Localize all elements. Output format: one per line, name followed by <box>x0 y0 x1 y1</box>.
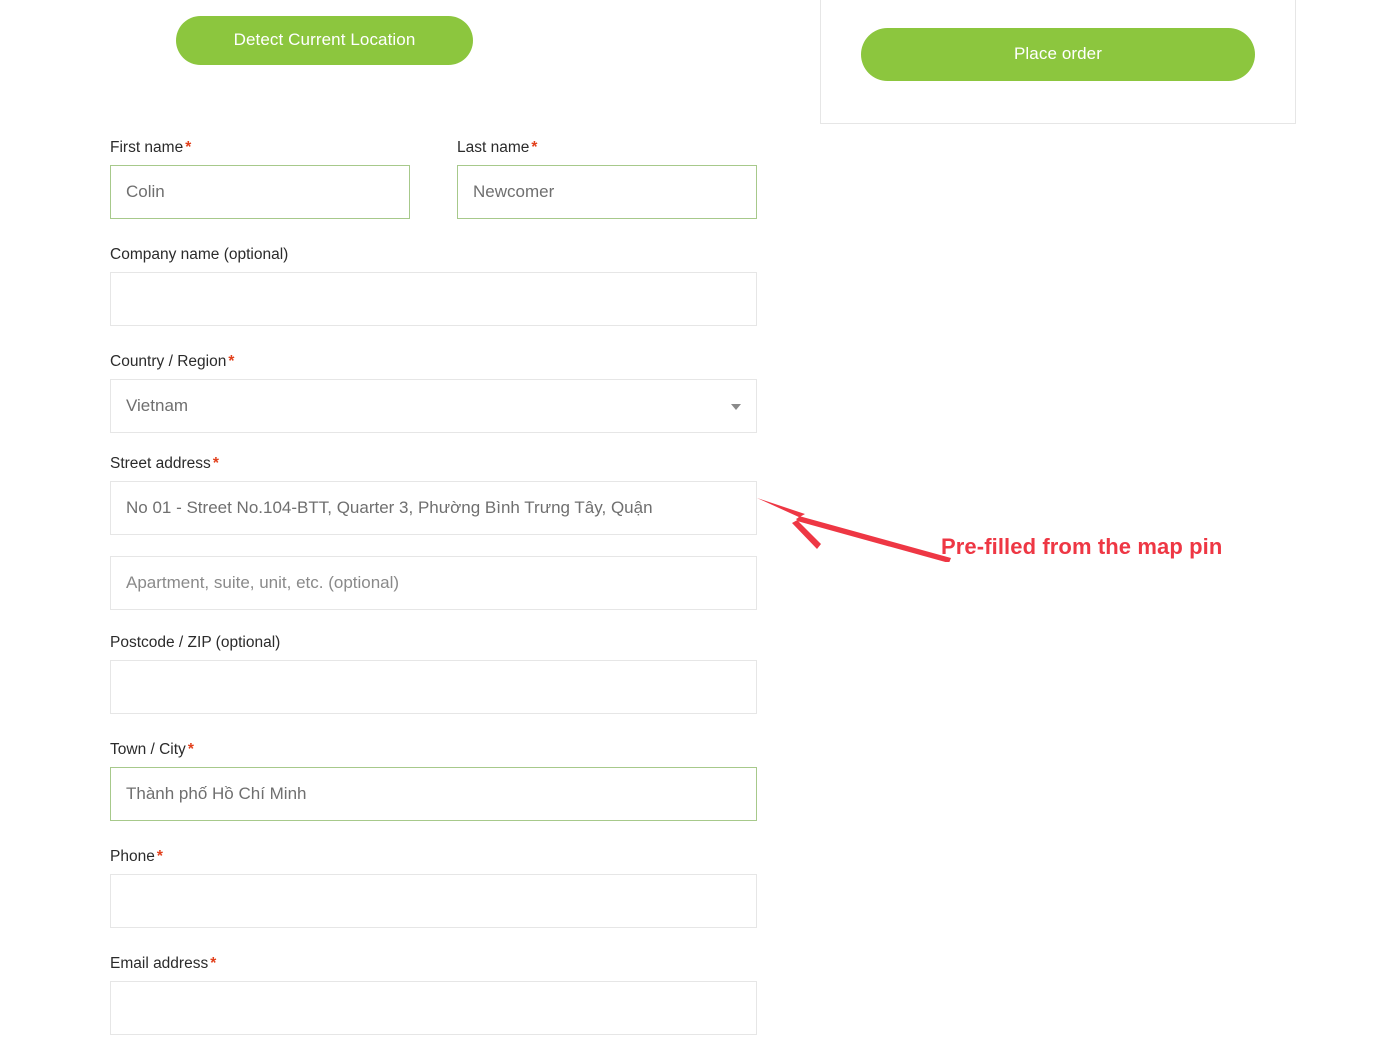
annotation-arrow-icon <box>757 498 951 562</box>
label-phone-text: Phone <box>110 848 155 865</box>
required-asterisk: * <box>185 139 192 156</box>
label-postcode-zip: Postcode / ZIP (optional) <box>110 634 281 651</box>
order-summary-panel: Place order <box>820 0 1296 124</box>
place-order-button[interactable]: Place order <box>861 28 1255 81</box>
field-address-line-2 <box>110 556 757 610</box>
input-first-name[interactable] <box>110 164 410 219</box>
required-asterisk: * <box>531 139 538 156</box>
input-postcode-zip[interactable] <box>110 659 757 714</box>
label-email-address-text: Email address <box>110 955 209 972</box>
field-phone: Phone * <box>110 848 757 928</box>
field-street-address: Street address * <box>110 455 757 535</box>
input-phone[interactable] <box>110 873 757 928</box>
select-country-region[interactable] <box>110 378 757 433</box>
required-asterisk: * <box>212 455 219 472</box>
field-town-city: Town / City * <box>110 741 757 821</box>
field-postcode-zip: Postcode / ZIP (optional) <box>110 634 757 714</box>
field-last-name: Last name * <box>457 139 757 219</box>
label-first-name-text: First name <box>110 139 184 156</box>
input-address-line-2[interactable] <box>110 556 757 610</box>
label-street-address: Street address * <box>110 455 757 474</box>
field-first-name: First name * <box>110 139 410 219</box>
checkout-page: Detect Current Location Place order Firs… <box>0 0 1400 1053</box>
field-country-region: Country / Region * <box>110 353 757 433</box>
label-country-region-text: Country / Region <box>110 353 227 370</box>
field-company-name: Company name (optional) <box>110 246 757 326</box>
label-town-city-text: Town / City <box>110 741 186 758</box>
input-email-address[interactable] <box>110 980 757 1035</box>
field-email-address: Email address * <box>110 955 757 1035</box>
required-asterisk: * <box>228 353 235 370</box>
label-first-name: First name * <box>110 139 410 158</box>
label-email-address: Email address * <box>110 955 757 974</box>
required-asterisk: * <box>156 848 163 865</box>
label-country-region: Country / Region * <box>110 353 757 372</box>
place-order-button-wrapper: Place order <box>861 28 1255 81</box>
required-asterisk: * <box>187 741 194 758</box>
input-town-city[interactable] <box>110 766 757 821</box>
country-select-wrapper[interactable] <box>110 378 757 433</box>
input-street-address[interactable] <box>110 480 757 535</box>
detect-location-button-wrapper: Detect Current Location <box>176 16 473 65</box>
label-town-city: Town / City * <box>110 741 757 760</box>
label-phone: Phone * <box>110 848 757 867</box>
required-asterisk: * <box>210 955 217 972</box>
label-last-name: Last name * <box>457 139 757 158</box>
label-last-name-text: Last name <box>457 139 530 156</box>
detect-current-location-button[interactable]: Detect Current Location <box>176 16 473 65</box>
input-last-name[interactable] <box>457 164 757 219</box>
label-street-address-text: Street address <box>110 455 211 472</box>
input-company-name[interactable] <box>110 271 757 326</box>
annotation-label: Pre-filled from the map pin <box>941 534 1223 559</box>
label-company-name: Company name (optional) <box>110 246 289 263</box>
